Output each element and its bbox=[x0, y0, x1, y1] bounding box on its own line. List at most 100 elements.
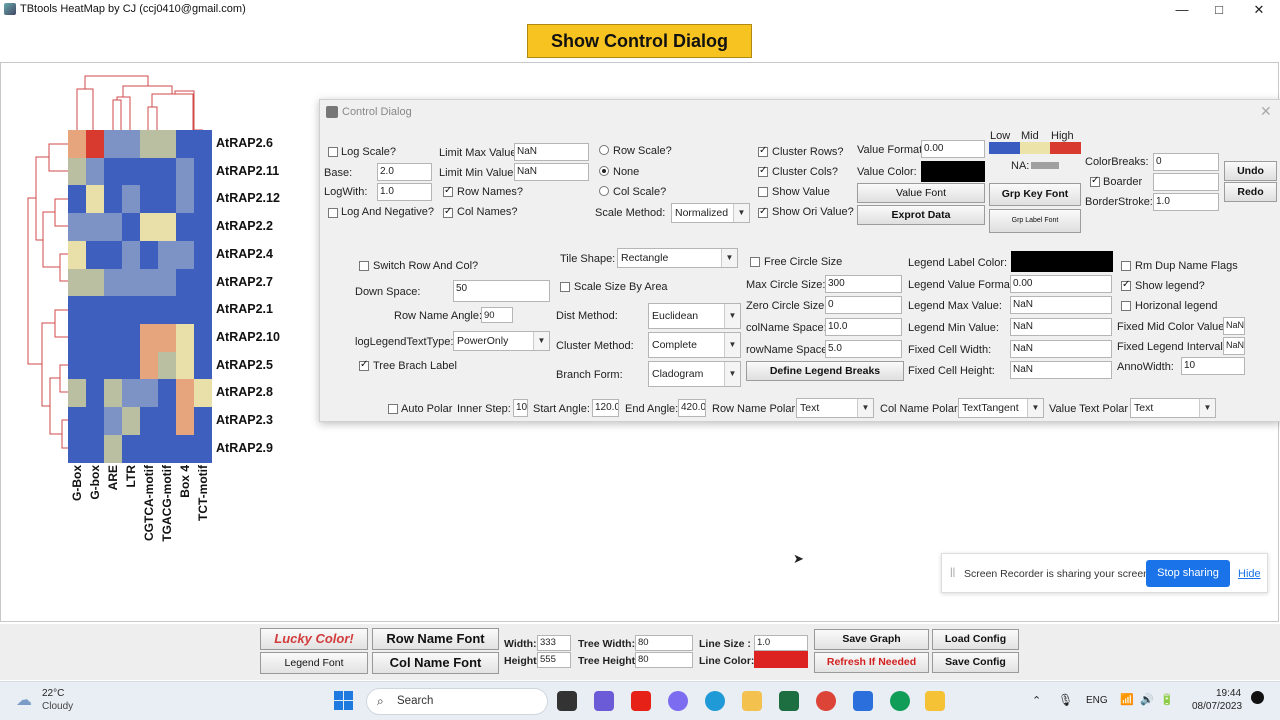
show-ori-value-checkbox[interactable] bbox=[758, 206, 768, 218]
chrome-icon[interactable] bbox=[816, 691, 836, 711]
scale-size-by-area-checkbox[interactable] bbox=[560, 282, 570, 292]
language-indicator[interactable]: ENG bbox=[1086, 695, 1108, 706]
teams-icon[interactable] bbox=[594, 691, 614, 711]
value-text-polar-select[interactable]: Text ▼ bbox=[1130, 398, 1216, 418]
close-button[interactable]: ✕ bbox=[1239, 1, 1279, 19]
col-name-polar-select[interactable]: TextTangent ▼ bbox=[958, 398, 1044, 418]
height-input[interactable]: 555 bbox=[537, 652, 571, 668]
export-data-button[interactable]: Exprot Data bbox=[857, 205, 985, 225]
legend-min-input[interactable]: NaN bbox=[1010, 318, 1112, 336]
mid-color-swatch[interactable] bbox=[1020, 142, 1050, 154]
grp-key-font-button[interactable]: Grp Key Font bbox=[989, 183, 1081, 206]
legend-label-color-swatch[interactable] bbox=[1011, 251, 1113, 272]
line-size-input[interactable]: 1.0 bbox=[754, 635, 808, 651]
redo-button[interactable]: Redo bbox=[1224, 182, 1277, 202]
max-circle-input[interactable]: 300 bbox=[825, 275, 902, 293]
col-name-font-button[interactable]: Col Name Font bbox=[372, 652, 499, 674]
chevron-up-icon[interactable]: ⌃ bbox=[1032, 694, 1041, 707]
cluster-method-select[interactable]: Complete ▼ bbox=[648, 332, 741, 358]
limit-max-input[interactable]: NaN bbox=[514, 143, 589, 161]
show-legend-checkbox[interactable] bbox=[1121, 279, 1131, 291]
na-color-swatch[interactable] bbox=[1031, 162, 1059, 169]
line-color-swatch[interactable] bbox=[754, 651, 808, 668]
tree-width-input[interactable]: 80 bbox=[635, 635, 693, 651]
free-circle-size-checkbox[interactable] bbox=[750, 257, 760, 267]
row-name-polar-select[interactable]: Text ▼ bbox=[796, 398, 874, 418]
tbtools-icon[interactable] bbox=[925, 691, 945, 711]
value-font-button[interactable]: Value Font bbox=[857, 183, 985, 203]
wifi-icon[interactable]: 📶 bbox=[1120, 693, 1134, 706]
row-name-font-button[interactable]: Row Name Font bbox=[372, 628, 499, 650]
chrome-profile-icon[interactable] bbox=[890, 691, 910, 711]
show-control-dialog-button[interactable]: Show Control Dialog bbox=[527, 24, 752, 58]
row-scale-radio[interactable] bbox=[599, 145, 609, 155]
row-name-angle-spinner[interactable]: 90 bbox=[481, 307, 513, 323]
excel-icon[interactable] bbox=[779, 691, 799, 711]
high-color-swatch[interactable] bbox=[1050, 142, 1081, 154]
boarder-checkbox[interactable] bbox=[1090, 175, 1100, 187]
cluster-rows-checkbox[interactable] bbox=[758, 145, 768, 157]
none-radio[interactable] bbox=[599, 166, 609, 176]
down-space-input[interactable]: 50 bbox=[453, 280, 550, 302]
undo-button[interactable]: Undo bbox=[1224, 161, 1277, 181]
tree-height-input[interactable]: 80 bbox=[635, 652, 693, 668]
clock-date[interactable]: 08/07/2023 bbox=[1192, 701, 1242, 712]
volume-icon[interactable]: 🔊 bbox=[1140, 693, 1154, 706]
tile-shape-select[interactable]: Rectangle ▼ bbox=[617, 248, 738, 268]
logwith-input[interactable]: 1.0 bbox=[377, 183, 432, 201]
task-view-icon[interactable] bbox=[557, 691, 577, 711]
base-input[interactable]: 2.0 bbox=[377, 163, 432, 181]
grp-label-font-button[interactable]: Grp Label Font bbox=[989, 209, 1081, 233]
value-format-input[interactable]: 0.00 bbox=[921, 140, 985, 158]
battery-icon[interactable]: 🔋 bbox=[1160, 693, 1174, 706]
notification-icon[interactable] bbox=[1251, 691, 1264, 704]
scale-method-select[interactable]: Normalized ▼ bbox=[671, 203, 750, 223]
legend-font-button[interactable]: Legend Font bbox=[260, 652, 368, 674]
fixed-legend-interval-input[interactable]: NaN bbox=[1223, 337, 1245, 355]
minimize-button[interactable]: — bbox=[1162, 1, 1202, 19]
copilot-icon[interactable] bbox=[668, 691, 688, 711]
microphone-icon[interactable]: 🎙 bbox=[1058, 693, 1073, 707]
dialog-close-icon[interactable]: ✕ bbox=[1260, 103, 1272, 120]
inner-step-input[interactable]: 10 bbox=[513, 399, 528, 417]
load-config-button[interactable]: Load Config bbox=[932, 629, 1019, 650]
auto-polar-checkbox[interactable] bbox=[388, 404, 398, 414]
legend-value-format-input[interactable]: 0.00 bbox=[1010, 275, 1112, 293]
save-config-button[interactable]: Save Config bbox=[932, 652, 1019, 673]
youtube-icon[interactable] bbox=[631, 691, 651, 711]
zero-circle-input[interactable]: 0 bbox=[825, 296, 902, 314]
fixed-cell-height-input[interactable]: NaN bbox=[1010, 361, 1112, 379]
show-value-checkbox[interactable] bbox=[758, 187, 768, 197]
rowname-space-input[interactable]: 5.0 bbox=[825, 340, 902, 358]
cluster-cols-checkbox[interactable] bbox=[758, 165, 768, 177]
fixed-mid-color-input[interactable]: NaN bbox=[1223, 317, 1245, 335]
boarder-input[interactable] bbox=[1153, 173, 1219, 191]
row-names-checkbox[interactable] bbox=[443, 185, 453, 197]
file-explorer-icon[interactable] bbox=[742, 691, 762, 711]
screen-recorder-icon[interactable] bbox=[853, 691, 873, 711]
log-legend-select[interactable]: PowerOnly ▼ bbox=[453, 331, 550, 351]
define-legend-breaks-button[interactable]: Define Legend Breaks bbox=[746, 361, 904, 381]
border-stroke-input[interactable]: 1.0 bbox=[1153, 193, 1219, 211]
edge-icon[interactable] bbox=[705, 691, 725, 711]
windows-start-icon[interactable] bbox=[334, 691, 354, 711]
color-breaks-input[interactable]: 0 bbox=[1153, 153, 1219, 171]
start-angle-input[interactable]: 120.0 bbox=[592, 399, 619, 417]
refresh-button[interactable]: Refresh If Needed bbox=[814, 652, 929, 673]
stop-sharing-button[interactable]: Stop sharing bbox=[1146, 560, 1230, 587]
horizontal-legend-checkbox[interactable] bbox=[1121, 301, 1131, 311]
low-color-swatch[interactable] bbox=[989, 142, 1020, 154]
clock-time[interactable]: 19:44 bbox=[1216, 688, 1241, 699]
anno-width-input[interactable]: 10 bbox=[1181, 357, 1245, 375]
rm-dup-name-checkbox[interactable] bbox=[1121, 261, 1131, 271]
switch-row-col-checkbox[interactable] bbox=[359, 261, 369, 271]
tree-branch-label-checkbox[interactable] bbox=[359, 359, 369, 371]
taskbar-search[interactable]: ⌕ Search bbox=[366, 688, 548, 715]
col-names-checkbox[interactable] bbox=[443, 206, 453, 218]
limit-min-input[interactable]: NaN bbox=[514, 163, 589, 181]
colname-space-input[interactable]: 10.0 bbox=[825, 318, 902, 336]
save-graph-button[interactable]: Save Graph bbox=[814, 629, 929, 650]
col-scale-radio[interactable] bbox=[599, 186, 609, 196]
branch-form-select[interactable]: Cladogram ▼ bbox=[648, 361, 741, 387]
lucky-color-button[interactable]: Lucky Color! bbox=[260, 628, 368, 650]
